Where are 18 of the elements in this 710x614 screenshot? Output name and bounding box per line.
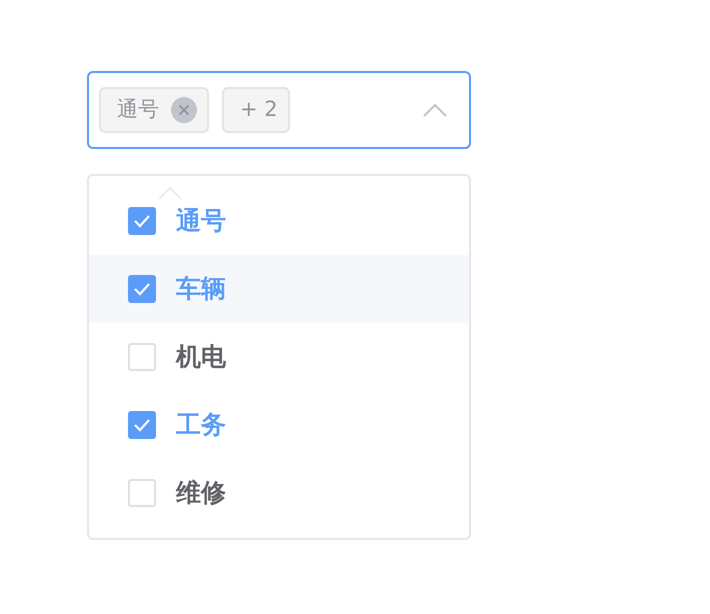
option-label[interactable]: 通号 [176, 202, 226, 240]
check-icon [133, 418, 151, 432]
option-label[interactable]: 维修 [176, 474, 226, 512]
caret-icon[interactable] [423, 103, 447, 117]
close-icon[interactable] [171, 97, 197, 123]
tag: + 2 [222, 87, 290, 133]
checkbox[interactable] [128, 275, 156, 303]
check-icon [133, 282, 151, 296]
checkbox[interactable] [128, 207, 156, 235]
dropdown-pointer [159, 187, 181, 199]
checkbox[interactable] [128, 411, 156, 439]
select-field[interactable]: 通号 + 2 [87, 71, 471, 149]
option-label[interactable]: 工务 [176, 406, 226, 444]
option-label: 车辆 [176, 273, 226, 306]
check-icon [133, 214, 151, 228]
option-label[interactable]: 机电 [176, 338, 226, 376]
option-row[interactable]: 车辆 [89, 255, 469, 323]
tag-label: 通号 [117, 96, 159, 124]
